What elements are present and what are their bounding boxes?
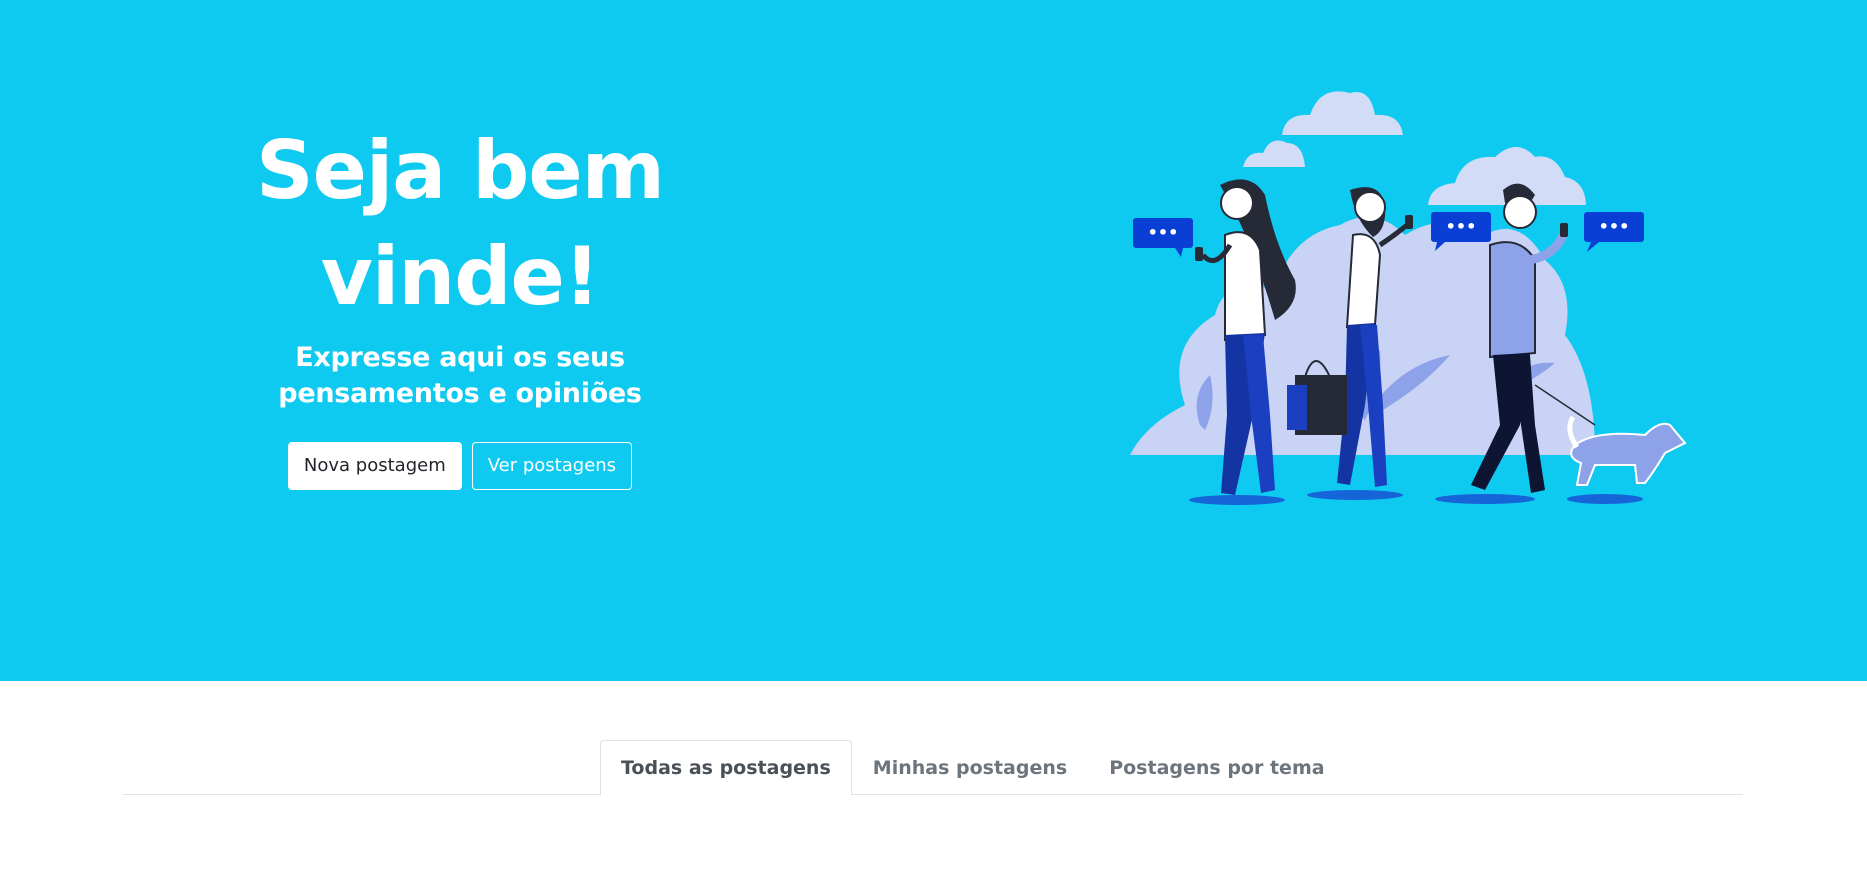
tabs: Todas as postagens Minhas postagens Post… <box>600 740 1346 795</box>
hero-subtitle-line-2: pensamentos e opiniões <box>278 378 642 409</box>
hero-title-line-1: Seja bem <box>255 124 665 217</box>
posts-tab-bar: Todas as postagens Minhas postagens Post… <box>123 740 1743 795</box>
tab-my-posts[interactable]: Minhas postagens <box>852 740 1088 794</box>
bubble-dots: ••• <box>1446 217 1477 236</box>
bubble-dots: ••• <box>1148 223 1179 242</box>
hero-buttons: Nova postagem Ver postagens <box>200 442 720 490</box>
hero-text-block: Seja bem vinde! Expresse aqui os seus pe… <box>200 118 720 490</box>
people-walking-with-phones-illustration: ••• ••• ••• <box>1130 91 1687 505</box>
tab-all-posts[interactable]: Todas as postagens <box>600 740 852 795</box>
hero-subtitle: Expresse aqui os seus pensamentos e opin… <box>200 340 720 412</box>
new-post-button[interactable]: Nova postagem <box>287 442 462 490</box>
hero-subtitle-line-1: Expresse aqui os seus <box>295 342 625 373</box>
hero-title-line-2: vinde! <box>320 230 601 323</box>
view-posts-button[interactable]: Ver postagens <box>471 442 633 490</box>
tab-posts-by-theme[interactable]: Postagens por tema <box>1088 740 1345 794</box>
hero-banner: Seja bem vinde! Expresse aqui os seus pe… <box>0 0 1867 681</box>
bubble-dots: ••• <box>1599 217 1630 236</box>
hero-title: Seja bem vinde! <box>200 118 720 330</box>
cloud-icon <box>1243 91 1586 205</box>
ground-shadow <box>1189 490 1643 505</box>
